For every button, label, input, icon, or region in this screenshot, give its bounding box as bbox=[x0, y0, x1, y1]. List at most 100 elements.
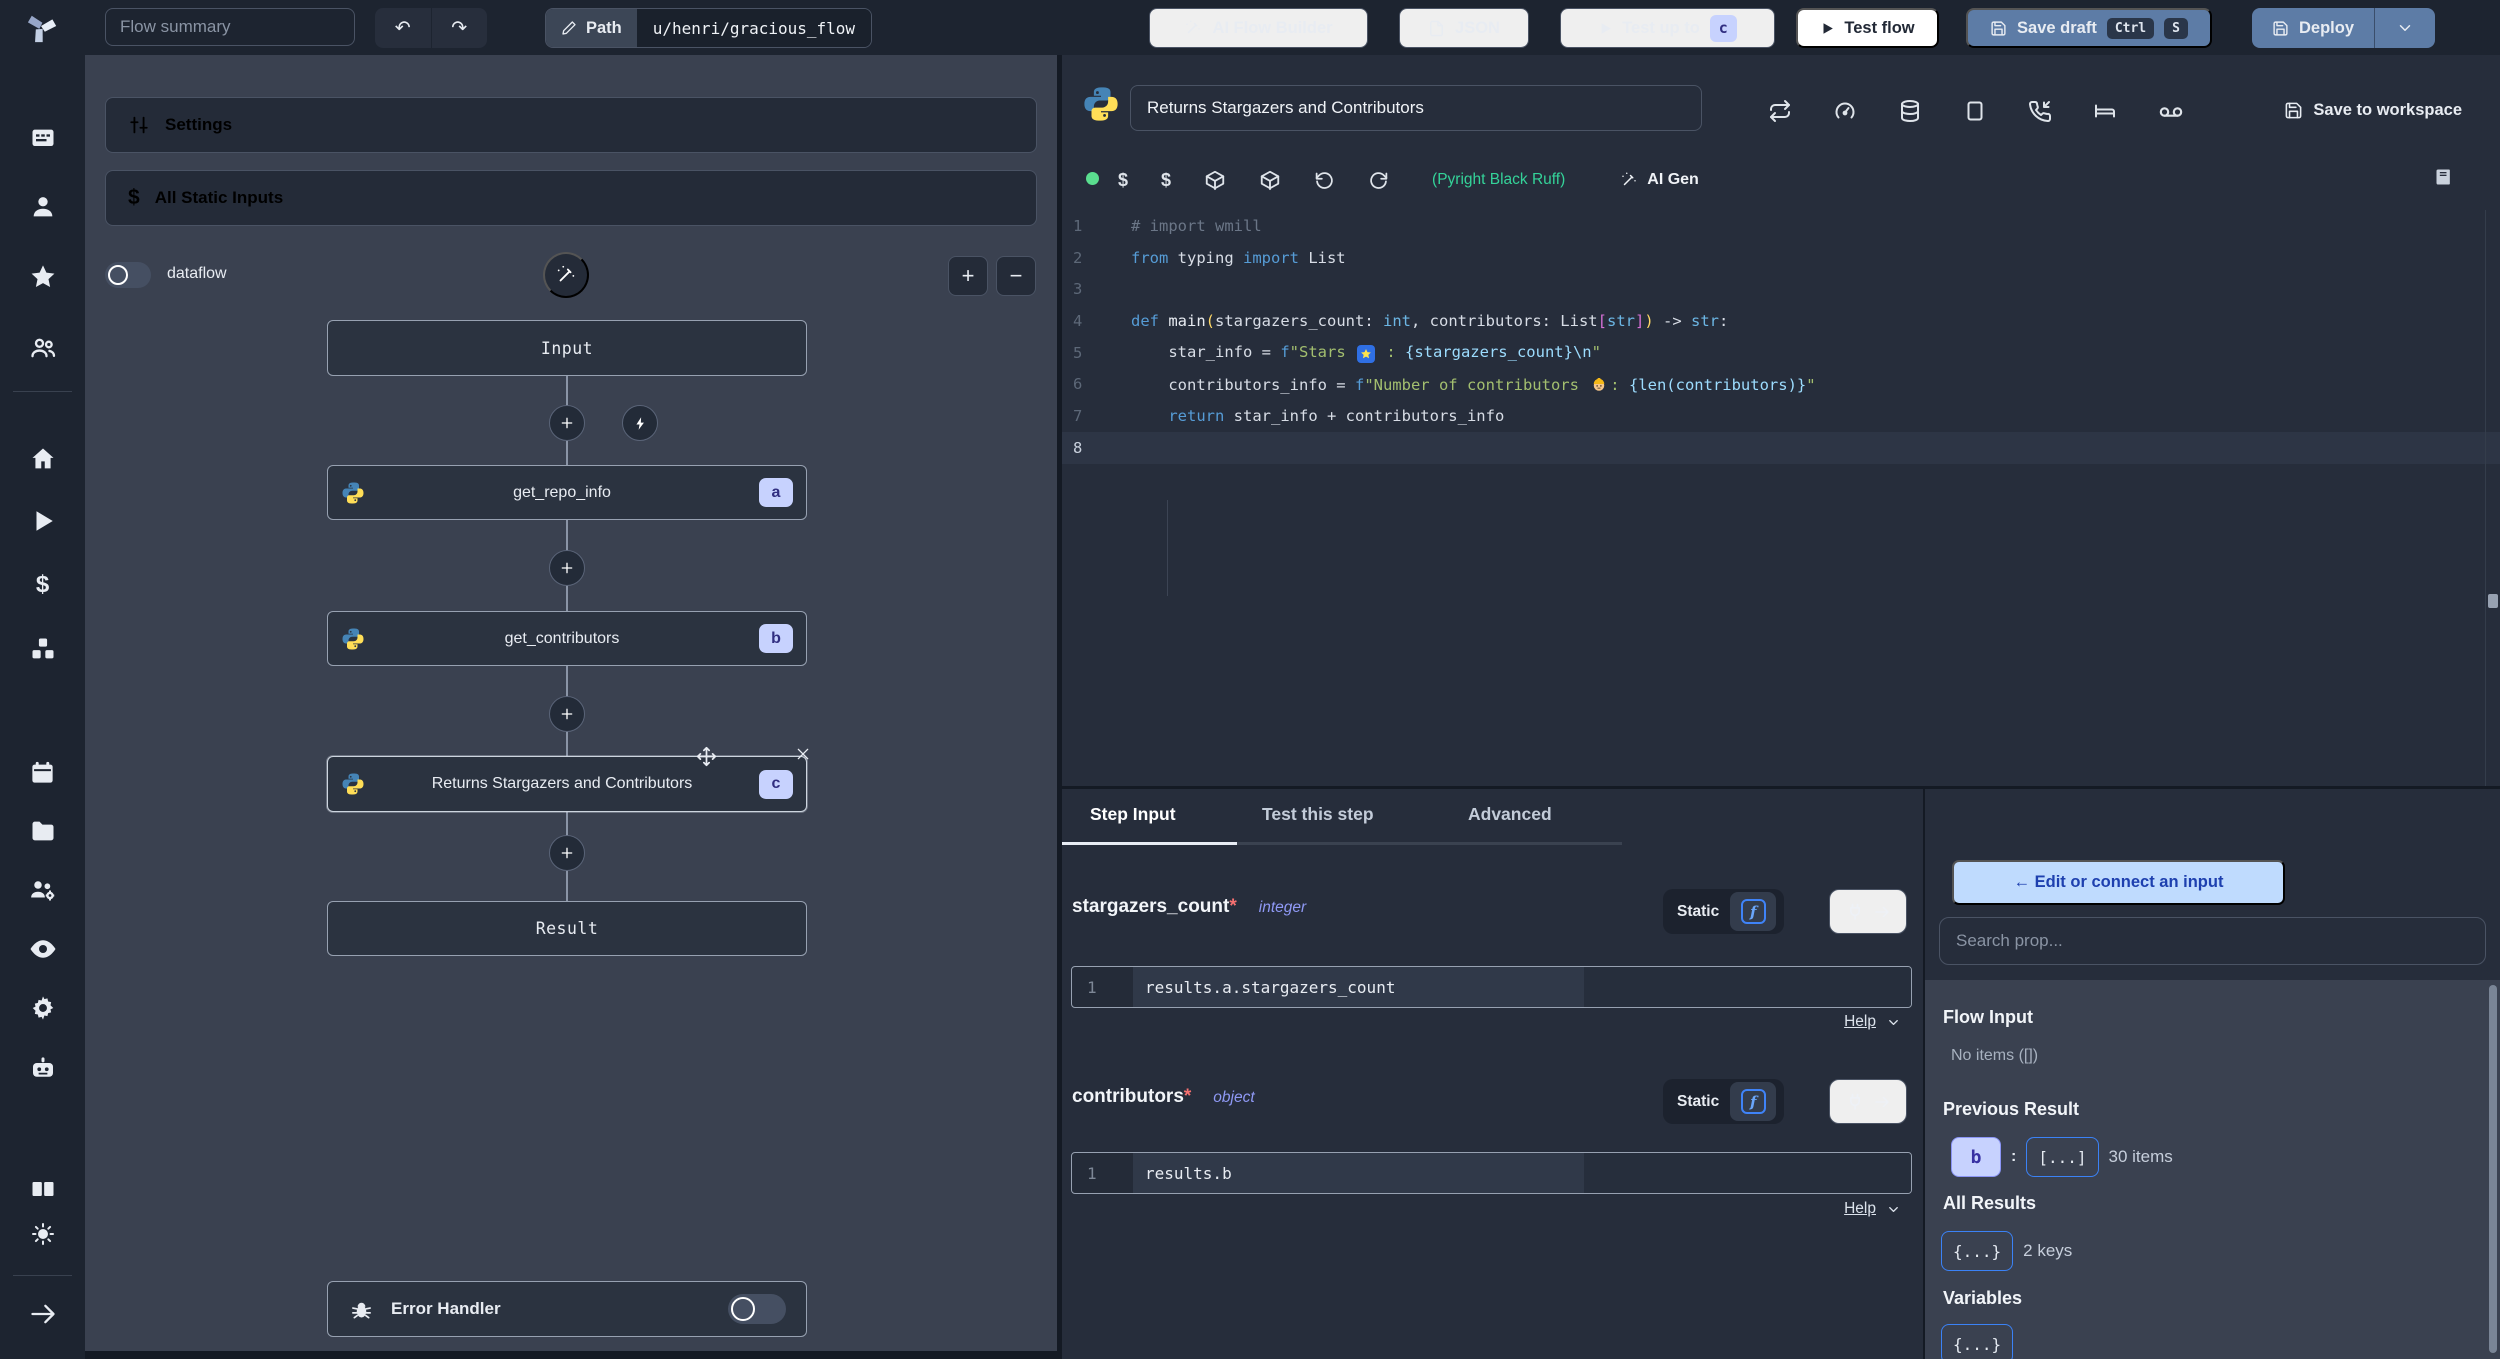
code-line[interactable]: 4 def main(stargazers_count: int, contrib… bbox=[1062, 305, 2500, 337]
connect-input-button[interactable] bbox=[1829, 889, 1907, 934]
help-expander[interactable]: Help bbox=[1844, 1200, 1901, 1218]
sidebar-item-user[interactable] bbox=[0, 185, 85, 229]
tab-step-input[interactable]: Step Input bbox=[1090, 804, 1176, 825]
add-step-button[interactable] bbox=[549, 835, 585, 871]
error-handler-node[interactable]: Error Handler bbox=[327, 1281, 807, 1337]
dataflow-toggle[interactable] bbox=[105, 262, 151, 288]
sidebar-item-workers[interactable] bbox=[0, 868, 85, 912]
sleep-bed-icon[interactable] bbox=[2093, 99, 2117, 125]
save-to-workspace-button[interactable]: Save to workspace bbox=[2284, 101, 2462, 120]
step-title-input[interactable] bbox=[1130, 85, 1702, 131]
cache-database-icon[interactable] bbox=[1898, 99, 1922, 125]
save-draft-button[interactable]: Save draft Ctrl S bbox=[1966, 8, 2212, 48]
add-resource-button[interactable]: $ bbox=[1161, 170, 1171, 191]
sidebar-item-ai[interactable] bbox=[0, 1046, 85, 1090]
static-option[interactable]: Static bbox=[1666, 1093, 1730, 1111]
error-handler-toggle[interactable] bbox=[728, 1294, 786, 1324]
step-node-c-selected[interactable]: Returns Stargazers and Contributors c bbox=[327, 746, 809, 812]
package-button[interactable] bbox=[1204, 169, 1226, 191]
json-button[interactable]: JSON bbox=[1399, 8, 1529, 48]
step-node-b[interactable]: get_contributors b bbox=[327, 611, 807, 666]
retries-repeat-icon[interactable] bbox=[1768, 99, 1792, 125]
windmill-logo-icon[interactable] bbox=[22, 8, 60, 51]
test-up-to-button[interactable]: Test up to c bbox=[1560, 8, 1775, 48]
flow-summary-input[interactable] bbox=[105, 8, 355, 46]
sidebar-item-settings[interactable] bbox=[0, 986, 85, 1030]
editor-scrollbar-thumb[interactable] bbox=[2488, 594, 2498, 608]
static-option[interactable]: Static bbox=[1666, 903, 1730, 921]
panel-scrollbar-thumb[interactable] bbox=[2489, 985, 2497, 1353]
sidebar-item-resources[interactable] bbox=[0, 627, 85, 671]
reload-button[interactable] bbox=[1368, 170, 1389, 191]
deploy-button[interactable]: Deploy bbox=[2252, 8, 2374, 48]
flow-settings-button[interactable]: Settings bbox=[105, 97, 1037, 153]
result-key-badge[interactable]: b bbox=[1951, 1137, 2001, 1177]
array-value-badge[interactable]: [...] bbox=[2026, 1137, 2099, 1177]
object-value-badge[interactable]: {...} bbox=[1941, 1324, 2014, 1359]
delete-step-button[interactable] bbox=[795, 746, 811, 762]
redo-button[interactable]: ↷ bbox=[430, 8, 488, 48]
add-step-button[interactable] bbox=[549, 405, 585, 441]
mock-voicemail-icon[interactable] bbox=[2158, 99, 2184, 125]
reset-button[interactable] bbox=[1314, 170, 1335, 191]
ai-flow-builder-button[interactable]: AI Flow Builder bbox=[1149, 8, 1368, 48]
undo-button[interactable]: ↶ bbox=[375, 8, 431, 48]
sidebar-item-schedules[interactable] bbox=[0, 750, 85, 794]
code-editor[interactable]: 1 # import wmill 2 from typing import List 3… bbox=[1062, 210, 2500, 786]
code-line[interactable]: 5 star_info = f"Stars : {stargazers_coun… bbox=[1062, 337, 2500, 369]
sidebar-item-theme-toggle[interactable] bbox=[0, 1212, 85, 1256]
sidebar-expand-button[interactable] bbox=[0, 1292, 85, 1336]
stop-square-icon[interactable] bbox=[1963, 99, 1987, 125]
tab-test-this-step[interactable]: Test this step bbox=[1262, 804, 1374, 825]
package-button[interactable] bbox=[1259, 169, 1281, 191]
code-line[interactable]: 7 return star_info + contributors_info bbox=[1062, 400, 2500, 432]
flow-result-node[interactable]: Result bbox=[327, 901, 807, 956]
code-line[interactable]: 8 bbox=[1062, 431, 2500, 464]
flow-input-node[interactable]: Input bbox=[327, 320, 807, 376]
search-prop-input[interactable] bbox=[1939, 917, 2486, 965]
move-step-handle[interactable] bbox=[696, 746, 717, 767]
sidebar-item-user-groups[interactable] bbox=[0, 326, 85, 370]
expr-input-stargazers-count[interactable]: 1 results.a.stargazers_count bbox=[1071, 966, 1912, 1008]
zoom-in-button[interactable]: + bbox=[948, 256, 988, 296]
object-value-badge[interactable]: {...} bbox=[1941, 1231, 2014, 1271]
sidebar-item-audit-logs[interactable] bbox=[0, 927, 85, 971]
edit-path-button[interactable]: Path bbox=[546, 9, 637, 47]
sidebar-item-variables[interactable]: $ bbox=[0, 563, 85, 607]
add-step-button[interactable] bbox=[549, 696, 585, 732]
early-stop-gauge-icon[interactable] bbox=[1833, 99, 1857, 125]
fexpr-option[interactable]: f bbox=[1730, 892, 1777, 931]
help-link[interactable]: Help bbox=[1844, 1013, 1876, 1031]
expr-input-contributors[interactable]: 1 results.b bbox=[1071, 1152, 1912, 1194]
add-step-button[interactable] bbox=[549, 550, 585, 586]
step-node-a[interactable]: get_repo_info a bbox=[327, 465, 807, 520]
ai-edit-flow-button[interactable] bbox=[543, 252, 589, 298]
help-link[interactable]: Help bbox=[1844, 1200, 1876, 1218]
path-value[interactable]: u/henri/gracious_flow bbox=[636, 9, 872, 47]
lint-status[interactable]: (Pyright Black Ruff) bbox=[1432, 171, 1565, 189]
code-line[interactable]: 1 # import wmill bbox=[1062, 210, 2500, 242]
add-variable-button[interactable]: $ bbox=[1118, 170, 1128, 191]
suspend-phone-icon[interactable] bbox=[2028, 99, 2052, 125]
sidebar-item-docs[interactable] bbox=[0, 1167, 85, 1211]
sidebar-item-runs[interactable] bbox=[0, 499, 85, 543]
fexpr-option[interactable]: f bbox=[1730, 1082, 1777, 1121]
add-trigger-button[interactable] bbox=[622, 405, 658, 441]
static-fexpr-toggle[interactable]: Static f bbox=[1663, 889, 1784, 934]
static-fexpr-toggle[interactable]: Static f bbox=[1663, 1079, 1784, 1124]
code-line[interactable]: 3 bbox=[1062, 273, 2500, 305]
ai-gen-button[interactable]: AI Gen bbox=[1620, 171, 1699, 189]
deploy-more-button[interactable] bbox=[2374, 8, 2435, 48]
zoom-out-button[interactable]: − bbox=[996, 256, 1036, 296]
sidebar-item-folders[interactable] bbox=[0, 809, 85, 853]
sidebar-item-favorites[interactable] bbox=[0, 255, 85, 299]
sidebar-item-home[interactable] bbox=[0, 437, 85, 481]
connect-input-button[interactable] bbox=[1829, 1079, 1907, 1124]
all-static-inputs-button[interactable]: $ All Static Inputs bbox=[105, 170, 1037, 226]
library-button[interactable] bbox=[2434, 167, 2454, 192]
help-expander[interactable]: Help bbox=[1844, 1013, 1901, 1031]
tab-advanced[interactable]: Advanced bbox=[1468, 804, 1552, 825]
code-line[interactable]: 2 from typing import List bbox=[1062, 242, 2500, 274]
sidebar-item-workspace[interactable] bbox=[0, 117, 85, 161]
code-line[interactable]: 6 contributors_info = f"Number of contri… bbox=[1062, 368, 2500, 400]
